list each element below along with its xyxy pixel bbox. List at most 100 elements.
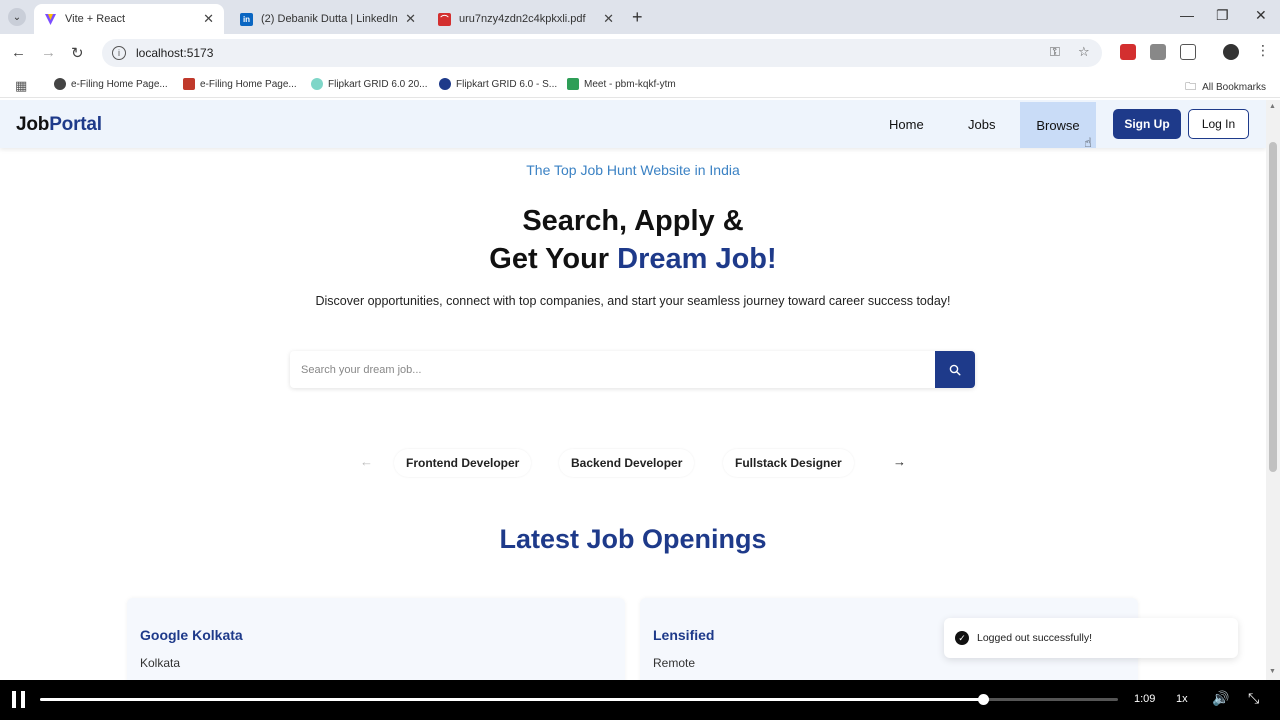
nav-home[interactable]: Home <box>889 117 924 132</box>
scroll-up-arrow-icon[interactable]: ▲ <box>1269 103 1276 110</box>
new-tab-button[interactable]: + <box>632 7 643 28</box>
bookmark-label: Flipkart GRID 6.0 20... <box>328 78 428 90</box>
playback-speed-button[interactable]: 1x <box>1176 693 1188 705</box>
hero-line-2: Get Your Dream Job! <box>0 240 1266 278</box>
video-progress-handle[interactable] <box>978 694 990 705</box>
toast-message: Logged out successfully! <box>977 632 1092 644</box>
bookmark-label: e-Filing Home Page... <box>200 78 297 90</box>
linkedin-icon: in <box>240 12 253 26</box>
job-company: Lensified <box>653 627 715 643</box>
volume-icon[interactable]: 🔊 <box>1212 690 1229 707</box>
tab-pdf[interactable]: ⌒ uru7nzy4zdn2c4kpkxli.pdf ✕ <box>428 4 624 34</box>
category-chip[interactable]: Backend Developer <box>559 449 695 477</box>
browser-toolbar: ← → ↻ i localhost:5173 ⚿ ☆ <box>0 34 1280 72</box>
hero-tagline: The Top Job Hunt Website in India <box>526 162 740 178</box>
back-arrow-icon[interactable]: ← <box>11 44 26 61</box>
pause-icon[interactable] <box>12 691 26 708</box>
window-close-icon[interactable]: ✕ <box>1255 7 1267 24</box>
nav-jobs[interactable]: Jobs <box>968 117 995 132</box>
latest-jobs-heading: Latest Job Openings <box>499 524 767 554</box>
hand-cursor-icon: ☝ <box>1084 135 1092 150</box>
job-card[interactable]: Google Kolkata Kolkata <box>127 598 625 680</box>
puzzle-extensions-icon[interactable] <box>1180 44 1196 60</box>
web-page: JobPortal Home Jobs Browse Sign Up Log I… <box>0 100 1266 680</box>
exit-fullscreen-icon[interactable]: ⤡ <box>1248 690 1259 707</box>
tab-title: (2) Debanik Dutta | LinkedIn <box>261 13 398 25</box>
profile-avatar[interactable] <box>1223 44 1239 60</box>
bookmark-star-icon[interactable]: ☆ <box>1078 44 1090 60</box>
tab-title: Vite + React <box>65 13 126 25</box>
toast-notification: ✓ Logged out successfully! <box>944 618 1238 658</box>
search-button[interactable] <box>935 351 975 388</box>
category-chip[interactable]: Fullstack Designer <box>723 449 854 477</box>
restore-icon[interactable]: ❐ <box>1216 7 1229 24</box>
password-key-icon[interactable]: ⚿ <box>1050 44 1060 60</box>
job-location: Kolkata <box>140 656 181 670</box>
checkmark-icon: ✓ <box>955 631 969 645</box>
bookmark-item[interactable]: Meet - pbm-kqkf-ytm <box>567 78 676 90</box>
apps-grid-icon[interactable]: ▦ <box>15 78 27 94</box>
site-navbar: JobPortal Home Jobs Browse Sign Up Log I… <box>0 100 1266 150</box>
tab-title: uru7nzy4zdn2c4kpkxli.pdf <box>459 13 586 25</box>
carousel-prev-arrow-icon[interactable]: ← <box>360 454 373 469</box>
vite-icon <box>44 13 57 26</box>
scroll-down-arrow-icon[interactable]: ▼ <box>1269 668 1276 675</box>
bookmarks-bar: ▦ e-Filing Home Page... e-Filing Home Pa… <box>0 72 1280 98</box>
close-icon[interactable]: ✕ <box>405 11 416 27</box>
forward-arrow-icon[interactable]: → <box>41 44 56 61</box>
job-location: Remote <box>653 656 696 670</box>
signup-button[interactable]: Sign Up <box>1113 109 1181 139</box>
reload-icon[interactable]: ↻ <box>71 44 84 62</box>
globe-icon <box>54 78 66 90</box>
folder-icon: 🗀 <box>1185 81 1197 93</box>
url-text: localhost:5173 <box>136 46 214 60</box>
logo-accent-text: Portal <box>49 114 102 135</box>
close-icon[interactable]: ✕ <box>203 11 214 27</box>
browser-tab-bar: ⌄ Vite + React ✕ in (2) Debanik Dutta | … <box>0 0 1280 34</box>
google-meet-icon <box>567 78 579 90</box>
bookmark-label: Flipkart GRID 6.0 - S... <box>456 78 558 90</box>
bookmark-label: e-Filing Home Page... <box>71 78 168 90</box>
job-company: Google Kolkata <box>140 627 243 643</box>
video-progress-bar[interactable] <box>40 694 1118 705</box>
bookmark-item[interactable]: e-Filing Home Page... <box>183 78 297 90</box>
extension-icon[interactable] <box>1150 44 1166 60</box>
all-bookmarks-button[interactable]: 🗀 All Bookmarks <box>1185 78 1266 97</box>
search-icon <box>949 364 961 376</box>
hero-line-2-accent: Dream Job! <box>617 243 777 275</box>
pdf-icon: ⌒ <box>438 12 451 26</box>
tab-search-button[interactable]: ⌄ <box>8 8 26 26</box>
flipkart-grid-icon <box>311 78 323 90</box>
tab-vite-react[interactable]: Vite + React ✕ <box>34 4 224 34</box>
site-info-icon[interactable]: i <box>112 46 126 60</box>
hero-heading: Search, Apply & Get Your Dream Job! <box>0 202 1266 278</box>
all-bookmarks-label: All Bookmarks <box>1202 82 1266 93</box>
kebab-menu-icon[interactable]: ⋮ <box>1256 42 1272 58</box>
scrollbar-thumb[interactable] <box>1269 142 1277 472</box>
emblem-icon <box>183 78 195 90</box>
video-time: 1:09 <box>1134 693 1156 705</box>
address-bar[interactable]: i localhost:5173 <box>102 39 1102 67</box>
logo-text: Job <box>16 114 50 135</box>
category-chip[interactable]: Frontend Developer <box>394 449 532 477</box>
hero-line-2-prefix: Get Your <box>489 243 618 275</box>
bookmark-item[interactable]: Flipkart GRID 6.0 - S... <box>439 78 557 90</box>
video-player-controls: 1:09 1x 🔊 ⤡ <box>0 680 1280 720</box>
bookmark-item[interactable]: e-Filing Home Page... <box>54 78 168 90</box>
page-scrollbar[interactable]: ▲ ▼ <box>1266 100 1280 680</box>
video-progress-fill <box>40 698 984 701</box>
bookmark-item[interactable]: Flipkart GRID 6.0 20... <box>311 78 427 90</box>
bookmark-label: Meet - pbm-kqkf-ytm <box>584 78 676 90</box>
job-search-bar <box>290 351 975 388</box>
carousel-next-arrow-icon[interactable]: → <box>893 454 906 469</box>
unstop-icon <box>439 78 451 90</box>
minimize-icon[interactable]: — <box>1180 7 1194 23</box>
login-button[interactable]: Log In <box>1188 109 1249 139</box>
close-icon[interactable]: ✕ <box>603 11 614 27</box>
job-search-input[interactable] <box>290 351 935 388</box>
pdf-extension-icon[interactable] <box>1120 44 1136 60</box>
hero-line-1: Search, Apply & <box>522 205 744 237</box>
hero-subtext: Discover opportunities, connect with top… <box>315 294 951 308</box>
tab-linkedin[interactable]: in (2) Debanik Dutta | LinkedIn ✕ <box>230 4 426 34</box>
site-logo[interactable]: JobPortal <box>16 114 102 136</box>
